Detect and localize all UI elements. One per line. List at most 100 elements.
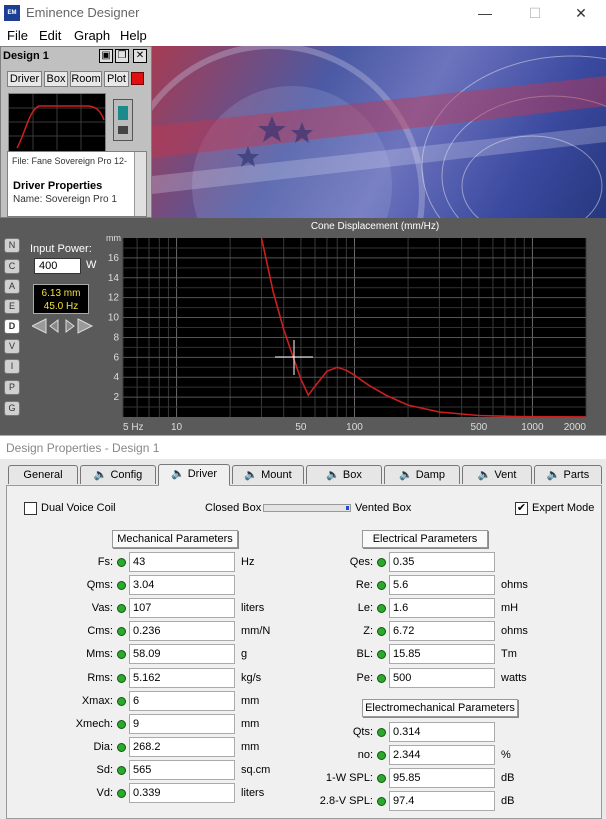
param-input-fs[interactable]: 43 [129, 552, 235, 572]
speaker-icon[interactable] [113, 99, 133, 141]
menu-edit[interactable]: Edit [39, 28, 61, 43]
expert-mode-checkbox[interactable]: ✔ [515, 502, 528, 515]
speaker-small-icon: 🔈 [326, 469, 343, 481]
status-led-icon [377, 558, 386, 567]
speaker-small-icon: 🔈 [244, 469, 262, 481]
tab-box[interactable]: 🔈 Box [306, 465, 382, 484]
record-indicator [131, 72, 144, 85]
tab-damp[interactable]: 🔈 Damp [384, 465, 460, 484]
tab-mount-label: Mount [261, 469, 292, 481]
closed-box-label: Closed Box [205, 502, 262, 514]
param-input-re[interactable]: 5.6 [389, 575, 495, 596]
y-tick-label: 12 [108, 293, 120, 304]
speaker-small-icon: 🔈 [477, 469, 495, 481]
menu-help[interactable]: Help [120, 28, 147, 43]
tab-config[interactable]: 🔈 Config [80, 465, 156, 484]
y-tick-label: 2 [113, 392, 119, 403]
param-label-cms: Cms: [87, 625, 113, 638]
status-led-icon [377, 797, 386, 807]
tab-driver[interactable]: 🔈 Driver [158, 464, 230, 486]
status-led-icon [377, 673, 386, 683]
design-tab-plot[interactable]: Plot [104, 71, 129, 87]
x-tick-label: 1000 [521, 422, 544, 433]
status-led-icon [117, 604, 126, 614]
y-tick-label: 4 [113, 372, 119, 383]
y-tick-label: 10 [108, 313, 120, 324]
param-input-vd[interactable]: 0.339 [129, 783, 235, 803]
param-input-z[interactable]: 6.72 [389, 621, 495, 642]
info-scrollbar[interactable] [134, 152, 146, 216]
design-tab-driver[interactable]: Driver [7, 71, 42, 87]
tab-parts[interactable]: 🔈 Parts [534, 465, 602, 484]
copy-icon[interactable]: ❐ [115, 49, 129, 63]
status-led-icon [377, 728, 386, 737]
param-label-no: no: [357, 749, 373, 762]
box-type-slider[interactable] [263, 504, 351, 512]
param-input-2-8-v-spl[interactable]: 97.4 [389, 791, 495, 812]
param-input-mms[interactable]: 58.09 [129, 644, 235, 665]
param-label-dia: Dia: [93, 740, 113, 753]
design-tab-box[interactable]: Box [44, 71, 68, 87]
param-unit-vd: liters [241, 787, 265, 799]
tab-general[interactable]: General [8, 465, 78, 484]
param-label-vas: Vas: [91, 602, 113, 615]
cone-displacement-chart[interactable]: mm 16 14 12 10 8 6 4 2 5 Hz 10 50 100 500 1000 2000 [0, 230, 606, 435]
tab-mount[interactable]: 🔈 Mount [232, 465, 304, 484]
param-input-cms[interactable]: 0.236 [129, 621, 235, 642]
tab-damp-label: Damp [415, 469, 446, 481]
maximize-button[interactable]: ☐ [520, 2, 550, 24]
param-unit-fs: Hz [241, 556, 255, 568]
y-axis-ticks: 16 14 12 10 8 6 4 2 [108, 253, 120, 403]
param-unit-rms: kg/s [241, 671, 262, 684]
tab-vent[interactable]: 🔈 Vent [462, 465, 532, 484]
design-tab-room[interactable]: Room [70, 71, 102, 87]
minimize-button[interactable]: — [470, 2, 500, 24]
menu-bar: File Edit Graph Help [0, 26, 606, 46]
param-unit-dia: mm [241, 740, 260, 753]
close-button[interactable]: ✕ [566, 2, 596, 24]
param-input-vas[interactable]: 107 [129, 598, 235, 619]
param-input-xmech[interactable]: 9 [129, 713, 235, 734]
status-led-icon [117, 558, 126, 567]
close-design-icon[interactable]: ✕ [133, 49, 147, 63]
param-unit-xmech: mm [241, 717, 260, 730]
status-led-icon [377, 774, 386, 784]
param-input-no[interactable]: 2.344 [389, 745, 495, 766]
menu-graph[interactable]: Graph [74, 28, 110, 43]
tab-parts-label: Parts [563, 469, 590, 481]
status-led-icon [117, 742, 126, 752]
menu-file[interactable]: File [7, 28, 28, 43]
param-unit-vas: liters [241, 602, 265, 615]
param-input-pe[interactable]: 500 [389, 667, 495, 688]
param-input-1-w-spl[interactable]: 95.85 [389, 768, 495, 789]
tab-box-label: Box [342, 469, 362, 481]
tab-vent-label: Vent [494, 469, 517, 481]
param-input-rms[interactable]: 5.162 [129, 667, 235, 688]
x-tick-label: 10 [171, 422, 183, 433]
save-icon[interactable]: ▣ [99, 49, 113, 63]
param-label-le: Le: [357, 602, 373, 615]
dual-voice-coil-label: Dual Voice Coil [41, 502, 116, 514]
x-tick-label: 2000 [564, 422, 587, 433]
param-input-dia[interactable]: 268.2 [129, 736, 235, 757]
dual-voice-coil-checkbox[interactable] [24, 502, 37, 515]
x-tick-label: 5 Hz [123, 422, 144, 433]
status-led-icon [377, 627, 386, 637]
param-input-qes[interactable]: 0.35 [389, 552, 495, 572]
param-input-qts[interactable]: 0.314 [389, 722, 495, 742]
param-input-xmax[interactable]: 6 [129, 690, 235, 711]
y-tick-label: 16 [108, 253, 120, 264]
design-window: Design 1 ▣ ❐ ✕ Driver Box Room Plot File… [0, 46, 152, 218]
param-input-qms[interactable]: 3.04 [129, 575, 235, 596]
param-input-sd[interactable]: 565 [129, 759, 235, 780]
param-input-le[interactable]: 1.6 [389, 598, 495, 619]
param-label-xmax: Xmax: [81, 694, 113, 707]
driver-tab-content: Dual Voice Coil Closed Box Vented Box ✔ … [6, 485, 602, 819]
status-led-icon [117, 673, 126, 683]
background-artwork [152, 46, 606, 218]
slider-thumb[interactable] [346, 506, 349, 510]
design-title: Design 1 [3, 50, 49, 62]
status-led-icon [377, 751, 386, 761]
param-input-bl[interactable]: 15.85 [389, 644, 495, 665]
param-label-qes: Qes: [349, 556, 373, 568]
